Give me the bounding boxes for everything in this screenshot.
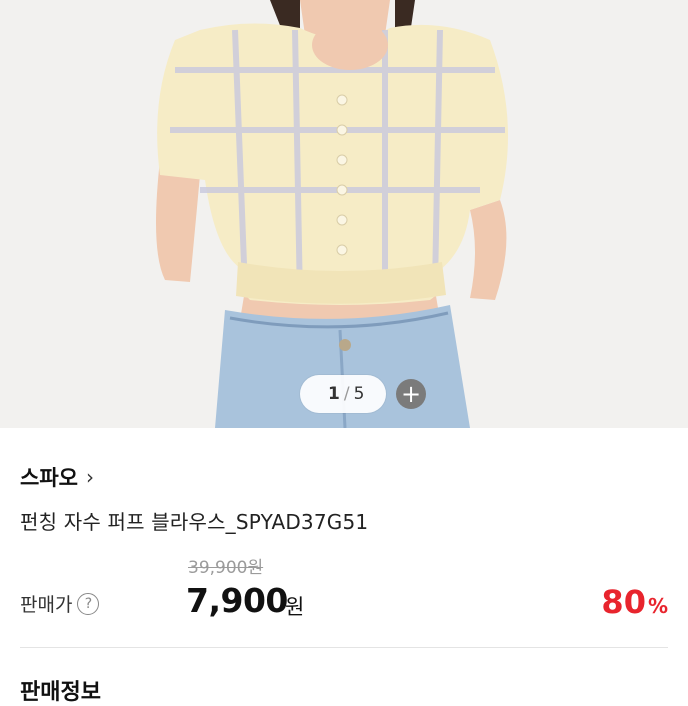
help-icon[interactable]: ? bbox=[77, 592, 100, 615]
product-image-gallery[interactable]: 1/5 bbox=[0, 0, 688, 428]
price-label-group: 판매가 ? bbox=[20, 590, 100, 617]
discount-rate: 80% bbox=[601, 583, 668, 621]
brand-name: 스파오 bbox=[20, 466, 78, 490]
pager-total: 5 bbox=[353, 384, 365, 404]
original-price: 39,900원 bbox=[188, 558, 264, 578]
product-photo bbox=[0, 0, 688, 428]
discount-unit: % bbox=[647, 594, 668, 618]
pager-count: 1/5 bbox=[328, 375, 364, 413]
sale-price-unit: 원 bbox=[285, 595, 305, 619]
plus-icon[interactable]: + bbox=[396, 379, 426, 409]
price-label: 판매가 bbox=[20, 594, 73, 616]
pager-current: 1 bbox=[328, 384, 340, 404]
pager-separator: / bbox=[343, 384, 350, 404]
product-name: 펀칭 자수 퍼프 블라우스_SPYAD37G51 bbox=[20, 510, 369, 534]
next-section-title: 판매정보 bbox=[20, 680, 101, 705]
section-divider bbox=[20, 647, 668, 648]
image-pager: 1/5 bbox=[300, 375, 386, 413]
discount-number: 80 bbox=[601, 583, 646, 621]
chevron-right-icon: › bbox=[85, 465, 94, 489]
sale-price: 7,900 bbox=[186, 581, 288, 620]
brand-link[interactable]: 스파오 › bbox=[20, 462, 94, 492]
